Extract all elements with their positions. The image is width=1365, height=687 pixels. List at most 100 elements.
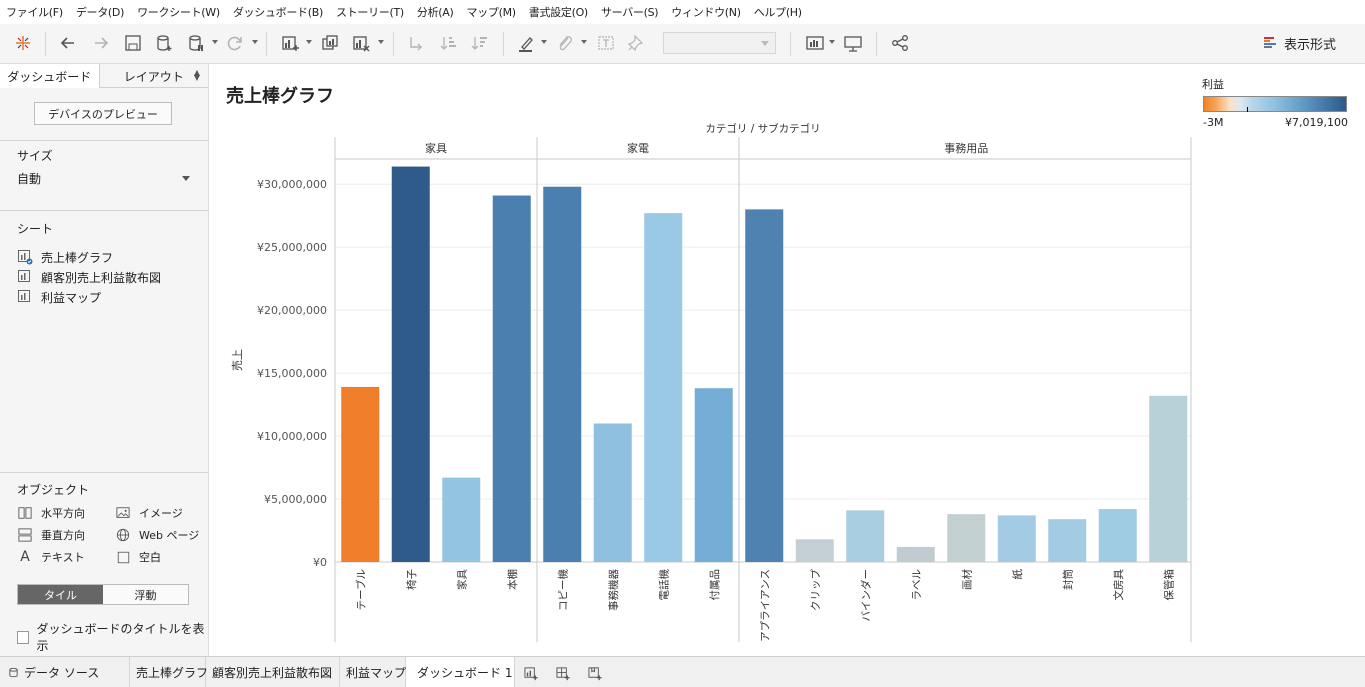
tab-sheet-profit-map[interactable]: 利益マップ (340, 657, 406, 687)
label-icon[interactable] (595, 32, 617, 54)
menu-file[interactable]: ファイル(F) (6, 4, 63, 20)
size-value: 自動 (17, 172, 42, 186)
show-dashboard-title-checkbox[interactable]: ダッシュボードのタイトルを表示 (17, 620, 208, 654)
sort-ascending-icon[interactable] (438, 32, 460, 54)
highlight-icon[interactable] (515, 32, 537, 54)
color-legend[interactable]: 利益 -3M ¥7,019,100 (1202, 76, 1352, 136)
sheet-item-sales-bar[interactable]: 売上棒グラフ (17, 248, 113, 266)
tableau-logo-icon[interactable] (12, 32, 34, 54)
x-tick-label: 画材 (960, 569, 973, 590)
fit-dropdown[interactable] (663, 32, 776, 54)
image-icon (115, 505, 131, 521)
new-story-tab-icon[interactable] (584, 662, 606, 684)
device-preview-button[interactable]: デバイスのプレビュー (34, 102, 172, 125)
tab-sheet-sales-bar[interactable]: 売上棒グラフ (130, 657, 208, 687)
pin-icon[interactable] (625, 32, 647, 54)
legend-min-label: -3M (1203, 116, 1224, 129)
legend-gradient (1203, 96, 1347, 112)
bar-家具 (442, 477, 481, 562)
presentation-icon[interactable] (842, 32, 864, 54)
objects-section-title: オブジェクト (17, 483, 90, 497)
object-horizontal[interactable]: 水平方向 (17, 504, 85, 522)
save-icon[interactable] (122, 32, 144, 54)
tab-datasource[interactable]: データ ソース (0, 657, 130, 687)
tab-layout-label: レイアウト (123, 69, 184, 84)
vertical-container-icon (17, 527, 33, 543)
show-me-button[interactable]: 表示形式 (1262, 32, 1336, 54)
y-tick-label: ¥10,000,000 (257, 430, 327, 443)
y-tick-label: ¥15,000,000 (257, 367, 327, 380)
sort-descending-icon[interactable] (469, 32, 491, 54)
object-image[interactable]: イメージ (115, 504, 183, 522)
object-vertical[interactable]: 垂直方向 (17, 526, 85, 544)
swap-icon[interactable] (405, 32, 427, 54)
legend-title: 利益 (1202, 78, 1224, 91)
menu-window[interactable]: ウィンドウ(N) (671, 4, 741, 20)
menu-dashboard[interactable]: ダッシュボード(B) (233, 4, 323, 20)
menu-worksheet[interactable]: ワークシート(W) (137, 4, 220, 20)
menu-help[interactable]: ヘルプ(H) (754, 4, 802, 20)
menu-map[interactable]: マップ(M) (467, 4, 517, 20)
category-header: 家電 (627, 141, 649, 155)
toolbar: 表示形式 (0, 24, 1365, 64)
clear-sheet-icon[interactable] (350, 32, 372, 54)
size-dropdown[interactable]: 自動 (17, 170, 192, 188)
show-cards-icon[interactable] (804, 32, 826, 54)
object-web-page[interactable]: Web ページ (115, 526, 199, 544)
bar-テーブル (341, 386, 380, 562)
tile-button[interactable]: タイル (18, 585, 103, 604)
size-section-title: サイズ (17, 149, 53, 163)
y-tick-label: ¥0 (313, 556, 327, 569)
tab-dashboard-1[interactable]: ダッシュボード 1 (406, 657, 515, 687)
new-worksheet-icon[interactable] (279, 32, 301, 54)
sheet-item-scatter[interactable]: 顧客別売上利益散布図 (17, 268, 161, 286)
worksheet-icon (18, 290, 30, 302)
sheet-tab-bar: データ ソース 売上棒グラフ 顧客別売上利益散布図 利益マップ ダッシュボード … (0, 656, 1365, 687)
sheet-item-profit-map[interactable]: 利益マップ (17, 288, 101, 306)
new-worksheet-tab-icon[interactable] (520, 662, 542, 684)
pause-updates-icon[interactable] (185, 32, 207, 54)
undo-icon[interactable] (57, 32, 79, 54)
globe-icon (115, 527, 131, 543)
x-tick-label: 事務機器 (607, 569, 620, 611)
menu-story[interactable]: ストーリー(T) (336, 4, 404, 20)
bar-本棚 (492, 195, 531, 562)
x-tick-label: 電話機 (657, 569, 670, 601)
legend-max-label: ¥7,019,100 (1285, 116, 1348, 129)
group-icon[interactable] (554, 32, 576, 54)
share-icon[interactable] (889, 32, 911, 54)
new-datasource-icon[interactable] (153, 32, 175, 54)
duplicate-icon[interactable] (319, 32, 341, 54)
object-label: テキスト (41, 551, 85, 564)
tab-sheet-scatter[interactable]: 顧客別売上利益散布図 (206, 657, 340, 687)
new-dashboard-tab-icon[interactable] (552, 662, 574, 684)
tab-dashboard[interactable]: ダッシュボード (0, 64, 100, 88)
tab-label: データ ソース (24, 665, 100, 680)
sheets-section-title: シート (17, 222, 54, 236)
object-label: イメージ (139, 507, 183, 520)
category-header: 事務用品 (944, 141, 988, 155)
menu-analysis[interactable]: 分析(A) (417, 4, 454, 20)
blank-icon (115, 549, 131, 565)
menu-server[interactable]: サーバー(S) (601, 4, 659, 20)
redo-icon[interactable] (90, 32, 112, 54)
object-text[interactable]: A テキスト (17, 548, 85, 566)
y-tick-label: ¥25,000,000 (257, 241, 327, 254)
bar-ラベル (896, 546, 935, 562)
tab-layout[interactable]: レイアウト ▲ ▼ (100, 64, 208, 88)
object-label: 水平方向 (41, 507, 85, 520)
checkbox[interactable] (17, 630, 30, 644)
menu-format[interactable]: 書式設定(O) (529, 4, 588, 20)
menu-data[interactable]: データ(D) (76, 4, 125, 20)
y-axis-label: 売上 (231, 349, 244, 371)
legend-zero-tick (1247, 107, 1248, 112)
object-label: 垂直方向 (41, 529, 85, 542)
bar-コピー機 (543, 186, 582, 563)
floating-button[interactable]: 浮動 (103, 585, 188, 604)
chevron-down-icon (182, 176, 190, 181)
refresh-icon[interactable] (224, 32, 246, 54)
object-blank[interactable]: 空白 (115, 548, 161, 566)
y-tick-label: ¥20,000,000 (257, 304, 327, 317)
show-title-label: ダッシュボードのタイトルを表示 (36, 622, 205, 653)
bar-紙 (997, 515, 1036, 562)
